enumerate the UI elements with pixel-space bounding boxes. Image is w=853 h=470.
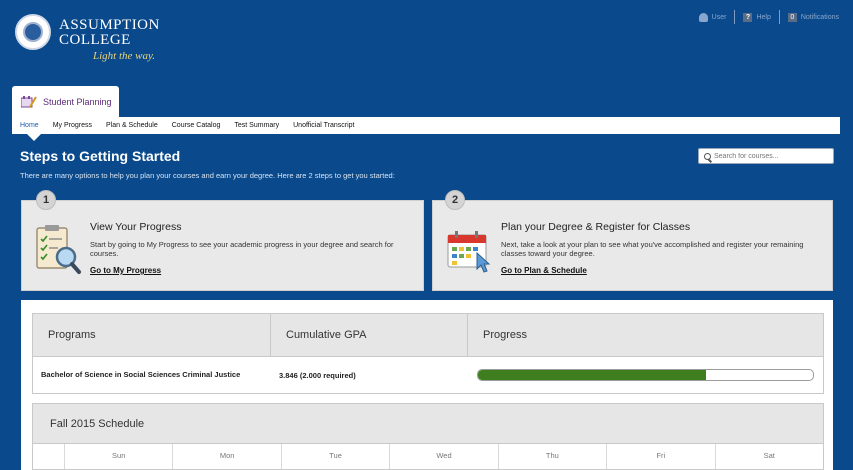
step-title: Plan your Degree & Register for Classes — [501, 221, 691, 233]
day-header-sun: Sun — [65, 444, 174, 469]
site-header: ASSUMPTION COLLEGE Light the way. User ?… — [0, 0, 853, 86]
gpa-column-header: Cumulative GPA — [271, 314, 468, 356]
program-name[interactable]: Bachelor of Science in Social Sciences C… — [33, 371, 271, 379]
programs-table-header: Programs Cumulative GPA Progress — [33, 314, 823, 357]
day-header-mon: Mon — [173, 444, 282, 469]
progress-bar-fill — [478, 370, 706, 380]
day-header-fri: Fri — [607, 444, 716, 469]
notifications-link[interactable]: 0 Notifications — [787, 12, 839, 22]
course-search[interactable] — [698, 148, 834, 164]
calendar-cursor-icon — [447, 231, 491, 273]
schedule-day-headers: Sun Mon Tue Wed Thu Fri Sat — [33, 444, 823, 469]
user-label: User — [711, 13, 727, 21]
nav-home[interactable]: Home — [20, 122, 39, 129]
progress-column-header: Progress — [483, 329, 528, 341]
user-icon — [698, 12, 708, 22]
help-icon: ? — [743, 12, 753, 22]
search-icon — [704, 152, 711, 160]
college-tagline: Light the way. — [93, 50, 156, 62]
page-subtitle: There are many options to help you plan … — [20, 171, 395, 180]
cumulative-gpa: 3.846 (2.000 required) — [279, 370, 356, 380]
help-link[interactable]: ? Help — [743, 12, 771, 22]
programs-column-header: Programs — [33, 314, 271, 356]
step-description: Start by going to My Progress to see you… — [90, 240, 394, 258]
dashboard-panel: Programs Cumulative GPA Progress Bachelo… — [21, 300, 833, 470]
student-planning-tab-label: Student Planning — [43, 96, 112, 107]
active-nav-pointer — [27, 134, 41, 141]
schedule-section: Fall 2015 Schedule Sun Mon Tue Wed Thu Fri Sat — [32, 403, 824, 470]
time-gutter — [33, 444, 65, 469]
brand-line-1: ASSUMPTION — [59, 17, 160, 33]
college-seal-logo[interactable] — [15, 14, 51, 50]
nav-plan-schedule[interactable]: Plan & Schedule — [106, 122, 158, 129]
brand-line-2: COLLEGE — [59, 32, 131, 48]
table-row: Bachelor of Science in Social Sciences C… — [33, 357, 823, 393]
search-input[interactable] — [714, 152, 832, 160]
day-header-sat: Sat — [763, 451, 775, 460]
clipboard-magnifier-icon — [36, 225, 81, 274]
nav-my-progress[interactable]: My Progress — [53, 122, 92, 129]
college-name[interactable]: ASSUMPTION COLLEGE — [59, 18, 160, 48]
go-to-plan-schedule-link[interactable]: Go to Plan & Schedule — [501, 266, 587, 275]
day-header-thu: Thu — [499, 444, 608, 469]
day-header-wed: Wed — [390, 444, 499, 469]
day-header-tue: Tue — [282, 444, 391, 469]
utility-divider — [778, 10, 780, 24]
notifications-count-badge: 0 — [787, 12, 797, 22]
help-label: Help — [756, 13, 771, 21]
step-description: Next, take a look at your plan to see wh… — [501, 240, 804, 258]
main-nav: Home My Progress Plan & Schedule Course … — [12, 117, 840, 134]
nav-unofficial-transcript[interactable]: Unofficial Transcript — [293, 122, 354, 129]
step-title: View Your Progress — [90, 221, 182, 233]
programs-table: Programs Cumulative GPA Progress Bachelo… — [32, 313, 824, 394]
schedule-title: Fall 2015 Schedule — [33, 404, 823, 444]
step-number-badge: 2 — [445, 190, 465, 210]
step-card-plan-register: Plan your Degree & Register for Classes … — [432, 200, 833, 291]
program-progress-bar[interactable] — [477, 369, 814, 381]
utility-divider — [734, 10, 736, 24]
student-planning-tab[interactable]: Student Planning — [12, 86, 119, 117]
nav-test-summary[interactable]: Test Summary — [234, 122, 279, 129]
step-card-view-progress: View Your Progress Start by going to My … — [21, 200, 424, 291]
utility-bar: User ? Help 0 Notifications — [698, 10, 839, 24]
page-title: Steps to Getting Started — [20, 148, 181, 164]
step-number-badge: 1 — [36, 190, 56, 210]
go-to-my-progress-link[interactable]: Go to My Progress — [90, 266, 161, 275]
user-menu[interactable]: User — [698, 12, 727, 22]
nav-course-catalog[interactable]: Course Catalog — [172, 122, 221, 129]
notifications-label: Notifications — [800, 13, 839, 21]
planning-tab-icon — [21, 96, 37, 108]
progress-cell — [468, 369, 823, 381]
